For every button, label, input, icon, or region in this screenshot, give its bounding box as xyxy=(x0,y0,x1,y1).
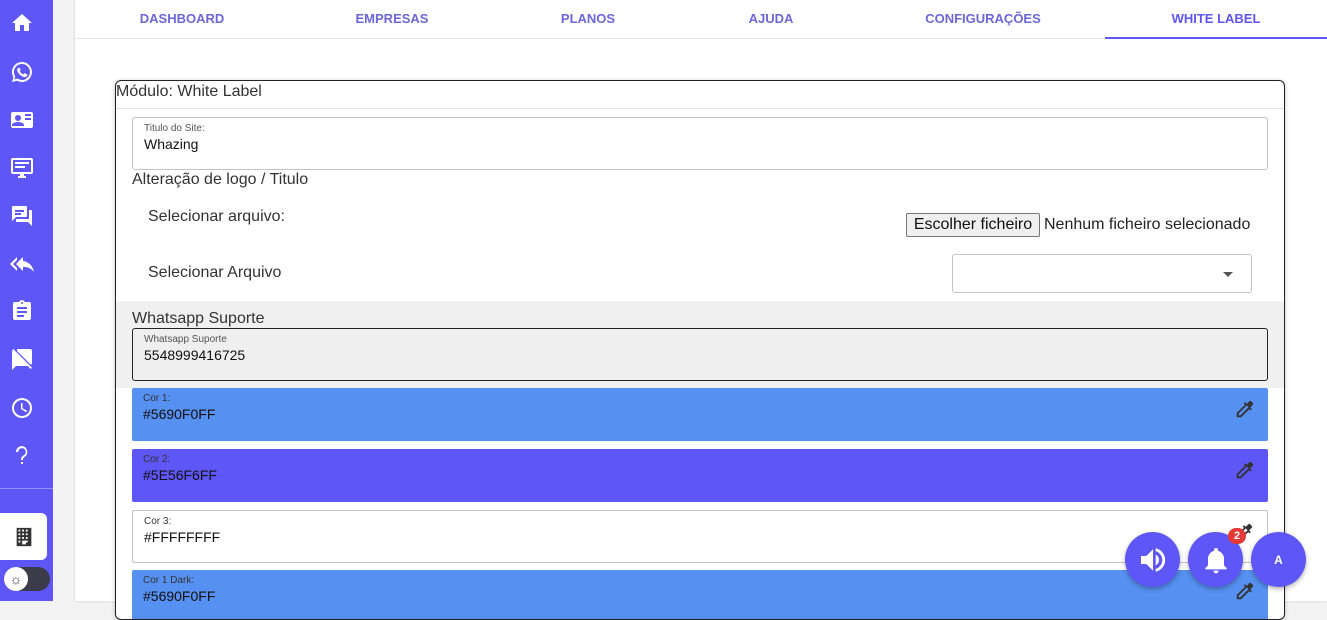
tab-configuracoes[interactable]: CONFIGURAÇÕES xyxy=(901,0,1065,39)
color-1-dark-field[interactable]: Cor 1 Dark: #5690F0FF xyxy=(132,570,1268,619)
volume-icon xyxy=(1140,547,1165,572)
color-2-value[interactable]: #5E56F6FF xyxy=(143,467,217,483)
card-divider xyxy=(116,108,1284,109)
file-status-text: Nenhum ficheiro selecionado xyxy=(1044,216,1251,233)
color-1-label: Cor 1: xyxy=(143,393,171,404)
sidebar-divider xyxy=(0,488,53,489)
eyedropper-icon[interactable] xyxy=(1234,580,1256,602)
color-1-dark-value[interactable]: #5690F0FF xyxy=(143,588,215,604)
site-title-label: Titulo do Site: xyxy=(144,123,205,134)
tab-empresas[interactable]: EMPRESAS xyxy=(310,0,474,39)
tab-white-label[interactable]: WHITE LABEL xyxy=(1105,0,1327,39)
contact-card-icon[interactable] xyxy=(8,106,36,134)
whatsapp-field-value[interactable]: 5548999416725 xyxy=(144,347,245,363)
select-file2-label: Selecionar Arquivo xyxy=(148,264,282,281)
whatsapp-field[interactable]: Whatsapp Suporte 5548999416725 xyxy=(132,328,1268,381)
tab-bar: DASHBOARD EMPRESAS PLANOS AJUDA CONFIGUR… xyxy=(75,0,1327,39)
desktop-icon[interactable] xyxy=(8,154,36,182)
whatsapp-section: Whatsapp Suporte Whatsapp Suporte 554899… xyxy=(116,301,1284,388)
clipboard-icon[interactable] xyxy=(8,297,36,325)
site-title-value[interactable]: Whazing xyxy=(144,136,198,152)
announcement-off-icon[interactable] xyxy=(8,345,36,373)
file-select-dropdown[interactable] xyxy=(952,254,1252,293)
eyedropper-icon[interactable] xyxy=(1234,459,1256,481)
logo-section-label: Alteração de logo / Titulo xyxy=(132,171,309,188)
whatsapp-field-label: Whatsapp Suporte xyxy=(144,334,227,345)
select-file-label: Selecionar arquivo: xyxy=(148,208,285,225)
building-icon[interactable] xyxy=(0,513,47,560)
sidebar: ☼ xyxy=(0,0,53,601)
help-icon[interactable] xyxy=(8,442,36,470)
whatsapp-section-label: Whatsapp Suporte xyxy=(132,310,265,327)
main-content: DASHBOARD EMPRESAS PLANOS AJUDA CONFIGUR… xyxy=(75,0,1327,620)
clock-icon[interactable] xyxy=(8,394,36,422)
user-avatar-button[interactable]: A xyxy=(1251,532,1306,587)
color-1-value[interactable]: #5690F0FF xyxy=(143,406,215,422)
sun-icon: ☼ xyxy=(4,567,28,591)
reply-all-icon[interactable] xyxy=(8,250,36,278)
color-2-label: Cor 2: xyxy=(143,454,171,465)
bell-icon xyxy=(1204,547,1227,573)
chevron-down-icon xyxy=(1223,272,1233,277)
chat-icon[interactable] xyxy=(8,202,36,230)
site-title-field[interactable]: Titulo do Site: Whazing xyxy=(132,117,1268,170)
tab-ajuda[interactable]: AJUDA xyxy=(689,0,853,39)
sound-button[interactable] xyxy=(1125,532,1180,587)
tab-dashboard[interactable]: DASHBOARD xyxy=(100,0,264,39)
color-3-label: Cor 3: xyxy=(144,516,172,527)
choose-file-button[interactable]: Escolher ficheiro xyxy=(906,213,1040,237)
color-3-field[interactable]: Cor 3: #FFFFFFFF xyxy=(132,510,1268,563)
color-3-value[interactable]: #FFFFFFFF xyxy=(144,529,220,545)
eyedropper-icon[interactable] xyxy=(1234,398,1256,420)
tab-planos[interactable]: PLANOS xyxy=(506,0,670,39)
theme-toggle[interactable]: ☼ xyxy=(4,567,50,591)
home-icon[interactable] xyxy=(8,9,36,37)
color-1-field[interactable]: Cor 1: #5690F0FF xyxy=(132,388,1268,441)
color-1-dark-label: Cor 1 Dark: xyxy=(143,575,195,586)
card-title: Módulo: White Label xyxy=(116,83,262,100)
whatsapp-icon[interactable] xyxy=(8,58,36,86)
color-2-field[interactable]: Cor 2: #5E56F6FF xyxy=(132,449,1268,502)
notification-badge: 2 xyxy=(1228,528,1246,544)
white-label-card: Módulo: White Label Titulo do Site: Whaz… xyxy=(115,80,1285,620)
